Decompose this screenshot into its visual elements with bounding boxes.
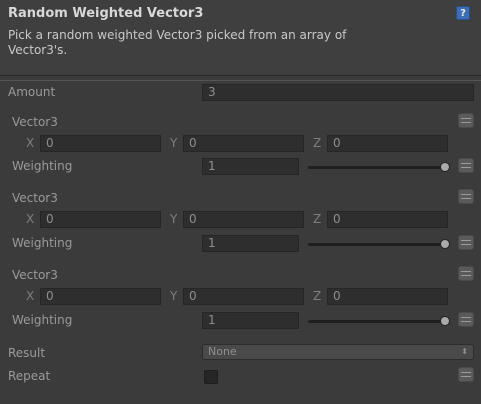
z-field[interactable]: 0 bbox=[327, 135, 448, 152]
page-title: Random Weighted Vector3 bbox=[8, 6, 204, 21]
minus-icon bbox=[461, 372, 471, 377]
amount-field[interactable]: 3 bbox=[202, 84, 474, 101]
weighting-label: Weighting bbox=[12, 159, 73, 173]
repeat-options-button[interactable] bbox=[458, 367, 474, 382]
x-field[interactable]: 0 bbox=[40, 135, 161, 152]
minus-icon bbox=[461, 118, 471, 123]
remove-item-button[interactable] bbox=[458, 189, 474, 204]
x-label: X bbox=[26, 212, 35, 226]
vector3-label: Vector3 bbox=[12, 191, 58, 205]
y-label: Y bbox=[170, 136, 178, 150]
remove-item-button[interactable] bbox=[458, 266, 474, 281]
weighting-slider[interactable] bbox=[308, 320, 448, 323]
minus-icon bbox=[461, 240, 471, 245]
remove-weight-button[interactable] bbox=[458, 235, 474, 250]
weighting-slider[interactable] bbox=[308, 166, 448, 169]
result-dropdown-value: None bbox=[208, 345, 237, 358]
minus-icon bbox=[461, 271, 471, 276]
vector3-label: Vector3 bbox=[12, 268, 58, 282]
repeat-label: Repeat bbox=[8, 369, 51, 383]
y-label: Y bbox=[170, 212, 178, 226]
weighting-field[interactable]: 1 bbox=[202, 312, 299, 329]
y-label: Y bbox=[170, 289, 178, 303]
result-label: Result bbox=[8, 346, 46, 360]
remove-item-button[interactable] bbox=[458, 113, 474, 128]
weighting-slider[interactable] bbox=[308, 243, 448, 246]
y-field[interactable]: 0 bbox=[183, 135, 304, 152]
minus-icon bbox=[461, 317, 471, 322]
minus-icon bbox=[461, 194, 471, 199]
slider-thumb[interactable] bbox=[440, 316, 450, 326]
action-description: Pick a random weighted Vector3 picked fr… bbox=[8, 28, 347, 57]
repeat-checkbox[interactable] bbox=[204, 370, 218, 384]
dropdown-arrows-icon: ⬍ bbox=[461, 347, 468, 356]
slider-thumb[interactable] bbox=[440, 162, 450, 172]
x-field[interactable]: 0 bbox=[40, 288, 161, 305]
z-field[interactable]: 0 bbox=[327, 288, 448, 305]
z-label: Z bbox=[313, 289, 322, 303]
x-label: X bbox=[26, 289, 35, 303]
x-field[interactable]: 0 bbox=[40, 211, 161, 228]
minus-icon bbox=[461, 163, 471, 168]
vector3-label: Vector3 bbox=[12, 115, 58, 129]
z-label: Z bbox=[313, 212, 322, 226]
y-field[interactable]: 0 bbox=[183, 288, 304, 305]
x-label: X bbox=[26, 136, 35, 150]
result-dropdown[interactable]: None ⬍ bbox=[202, 344, 474, 360]
weighting-field[interactable]: 1 bbox=[202, 235, 299, 252]
y-field[interactable]: 0 bbox=[183, 211, 304, 228]
remove-weight-button[interactable] bbox=[458, 312, 474, 327]
amount-label: Amount bbox=[8, 85, 56, 99]
help-icon[interactable]: ? bbox=[456, 6, 470, 20]
z-field[interactable]: 0 bbox=[327, 211, 448, 228]
remove-weight-button[interactable] bbox=[458, 158, 474, 173]
weighting-label: Weighting bbox=[12, 313, 73, 327]
divider bbox=[0, 80, 481, 81]
weighting-label: Weighting bbox=[12, 236, 73, 250]
weighting-field[interactable]: 1 bbox=[202, 158, 299, 175]
z-label: Z bbox=[313, 136, 322, 150]
slider-thumb[interactable] bbox=[440, 239, 450, 249]
